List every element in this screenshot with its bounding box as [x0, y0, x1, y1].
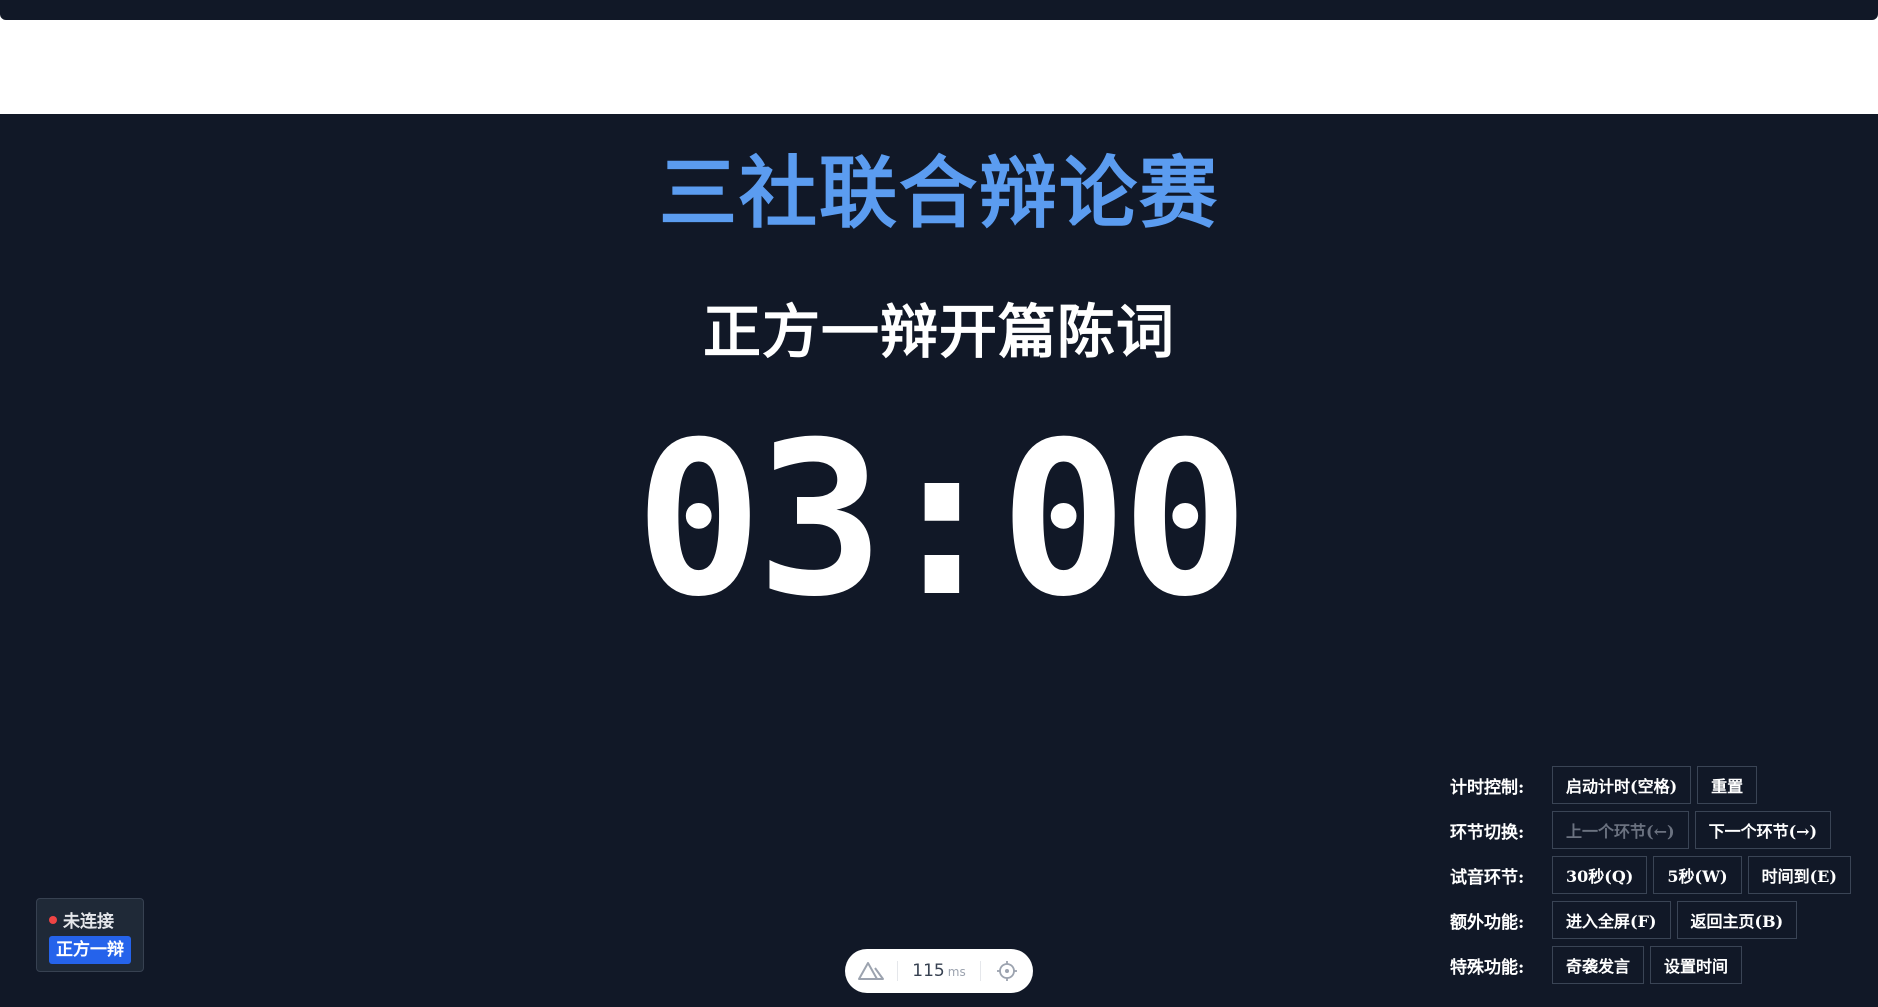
sound-row: 试音环节: 30秒(Q) 5秒(W) 时间到(E) — [1450, 856, 1857, 894]
sound-5s-button[interactable]: 5秒(W) — [1653, 856, 1742, 894]
extra-label: 额外功能: — [1450, 913, 1525, 933]
ping-value: 115 — [912, 961, 945, 981]
next-segment-button[interactable]: 下一个环节(→) — [1694, 811, 1832, 849]
connection-line: 未连接 — [49, 907, 114, 932]
timing-row: 计时控制: 启动计时(空格) 重置 — [1450, 766, 1763, 804]
set-time-button[interactable]: 设置时间 — [1650, 946, 1743, 984]
segment-title: 正方一辩开篇陈词 — [702, 298, 1175, 366]
special-label: 特殊功能: — [1450, 958, 1525, 978]
segment-label: 环节切换: — [1450, 823, 1525, 843]
sound-label: 试音环节: — [1450, 868, 1525, 888]
countdown-timer: 03:00 — [634, 396, 1249, 643]
reset-button[interactable]: 重置 — [1697, 766, 1758, 804]
timing-label: 计时控制: — [1450, 778, 1525, 798]
surprise-speech-button[interactable]: 奇袭发言 — [1552, 946, 1645, 984]
event-title: 三社联合辩论赛 — [658, 148, 1219, 239]
connection-text: 未连接 — [63, 912, 114, 932]
status-dot-icon — [49, 915, 57, 924]
devtools-bar: 115 ms — [845, 949, 1033, 993]
sound-timeup-button[interactable]: 时间到(E) — [1747, 856, 1851, 894]
prev-segment-button[interactable]: 上一个环节(←) — [1552, 811, 1689, 849]
crosshair-icon[interactable] — [981, 949, 1033, 993]
nuxt-logo-icon[interactable] — [845, 949, 897, 993]
extra-row: 额外功能: 进入全屏(F) 返回主页(B) — [1450, 901, 1803, 939]
header-band — [0, 20, 1878, 114]
current-speaker-badge: 正方一辩 — [49, 936, 131, 964]
sound-30s-button[interactable]: 30秒(Q) — [1552, 856, 1648, 894]
fullscreen-button[interactable]: 进入全屏(F) — [1552, 901, 1671, 939]
connection-status: 未连接 正方一辩 — [36, 898, 144, 972]
start-timer-button[interactable]: 启动计时(空格) — [1552, 766, 1692, 804]
top-strip — [0, 0, 1878, 20]
home-button[interactable]: 返回主页(B) — [1676, 901, 1798, 939]
special-row: 特殊功能: 奇袭发言 设置时间 — [1450, 946, 1748, 984]
segment-row: 环节切换: 上一个环节(←) 下一个环节(→) — [1450, 811, 1837, 849]
ping-readout: 115 ms — [898, 961, 980, 981]
ping-unit: ms — [947, 965, 966, 979]
